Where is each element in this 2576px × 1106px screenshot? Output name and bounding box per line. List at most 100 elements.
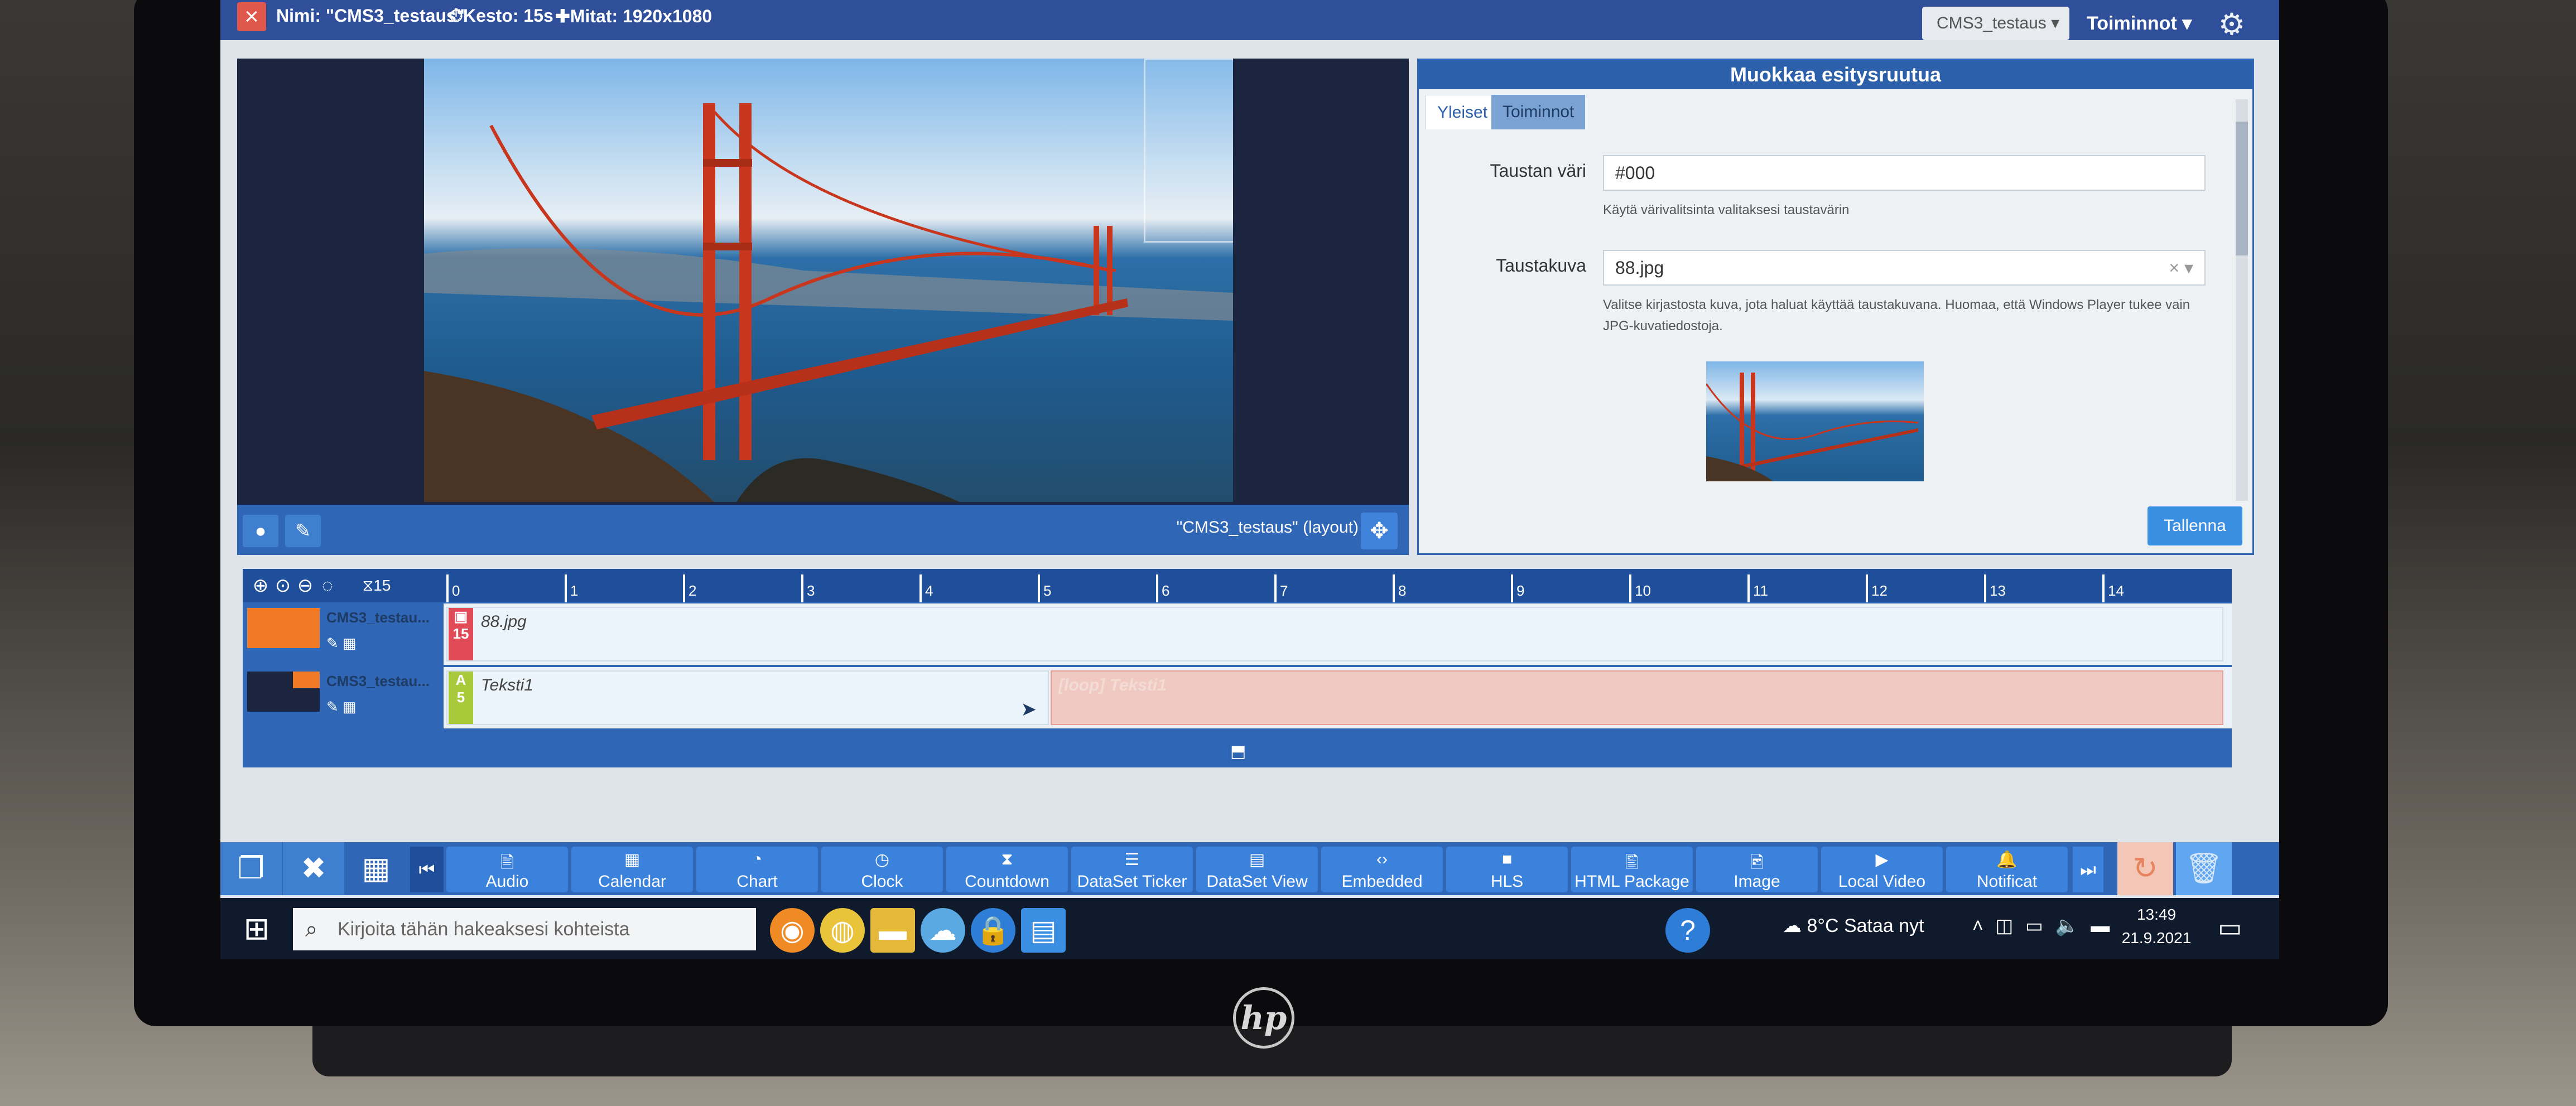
grid-icon[interactable]: ▦ <box>345 842 407 895</box>
widget-name: 88.jpg <box>481 612 527 631</box>
play-icon[interactable]: ● <box>243 515 278 547</box>
timeline-tick: 3 <box>801 574 815 602</box>
widget-button-dataset-ticker[interactable]: ☰ DataSet Ticker <box>1071 847 1193 892</box>
zoom-fit-icon[interactable]: ◌ <box>316 574 339 597</box>
local-video-icon: ▶ <box>1875 851 1889 869</box>
widget-button-label: Countdown <box>965 872 1049 891</box>
widget-button-local-video[interactable]: ▶ Local Video <box>1821 847 1943 892</box>
widget-button-embedded[interactable]: ‹› Embedded <box>1321 847 1443 892</box>
track-edit-icon[interactable]: ✎ ▦ <box>326 635 357 652</box>
clock-small-icon: ⏱ <box>449 6 463 26</box>
timeline-scrollbar[interactable]: ⬒ <box>243 736 2232 767</box>
clock-date[interactable]: 21.9.2021 <box>2117 929 2195 947</box>
network-drive-icon[interactable]: ☁ <box>921 908 965 953</box>
weather-widget[interactable]: ☁ 8°C Sataa nyt <box>1783 915 1924 937</box>
save-button[interactable]: Tallenna <box>2148 506 2242 545</box>
scroll-right-icon[interactable]: ⏭ <box>2073 847 2103 892</box>
vpn-lock-icon[interactable]: 🔒 <box>971 908 1015 953</box>
background-image-preview <box>424 59 1233 502</box>
trash-icon[interactable]: 🗑 <box>2176 842 2232 895</box>
taskbar-search-input[interactable]: ⌕ Kirjoita tähän hakeaksesi kohteista <box>293 908 756 950</box>
firefox-icon[interactable]: ◉ <box>770 908 815 953</box>
file-explorer-icon[interactable]: ▬ <box>870 908 915 953</box>
timeline-tick: 8 <box>1393 574 1406 602</box>
timeline-ruler: ⊕ ⊙ ⊖ ◌ ⧖15 0 1 2 3 4 5 6 7 8 9 10 11 12 13 14 <box>243 569 2232 602</box>
layout-preview: ● ✎ "CMS3_testaus" (layout) ✥ <box>237 59 1409 555</box>
bg-image-select[interactable]: 88.jpg × ▾ <box>1603 250 2206 286</box>
resize-icon: ✚ <box>555 6 570 26</box>
bg-color-label: Taustan väri <box>1490 161 1586 181</box>
layers-icon[interactable]: ❐ <box>220 842 282 895</box>
calendar-icon: ▦ <box>624 851 641 869</box>
timeline-tick: 1 <box>565 574 578 602</box>
edit-icon[interactable]: ✎ <box>285 515 321 547</box>
widget-button-label: Chart <box>736 872 778 891</box>
html-package-icon: 🖺 <box>1625 853 1639 872</box>
track-edit-icon[interactable]: ✎ ▦ <box>326 698 357 716</box>
track-name[interactable]: CMS3_testau... <box>326 609 430 626</box>
widget-button-audio[interactable]: 🖹 Audio <box>446 847 568 892</box>
zoom-in-icon[interactable]: ⊕ <box>249 574 272 597</box>
move-icon[interactable]: ✥ <box>1361 513 1398 549</box>
widget-button-hls[interactable]: ■ HLS <box>1446 847 1568 892</box>
tools-icon[interactable]: ✖ <box>283 842 344 895</box>
screen: × Nimi: "CMS3_testaus" ⏱Kesto: 15s ✚Mita… <box>220 0 2279 959</box>
undo-icon[interactable]: ↻ <box>2117 842 2173 895</box>
windows-start-icon[interactable]: ⊞ <box>237 909 276 948</box>
widget-button-label: Calendar <box>598 872 666 891</box>
scroll-left-icon[interactable]: ⏮ <box>410 847 444 892</box>
widget-loop-name: [loop] Teksti1 <box>1058 676 1167 694</box>
widget-button-chart[interactable]: ◔ Chart <box>696 847 818 892</box>
help-icon[interactable]: ? <box>1665 908 1710 953</box>
widget-button-label: DataSet View <box>1206 872 1308 891</box>
widget-duration-badge: A5 <box>449 672 473 724</box>
notification-icon[interactable]: ▭ <box>2218 912 2242 943</box>
timeline-tick: 6 <box>1156 574 1169 602</box>
system-tray[interactable]: ˄ ◫ ▭ 🔈 ▬ <box>1972 915 2113 937</box>
zoom-out-icon[interactable]: ⊖ <box>294 574 316 597</box>
widget-button-clock[interactable]: ◷ Clock <box>821 847 943 892</box>
gear-icon[interactable]: ⚙ <box>2215 8 2248 41</box>
widget-button-dataset-view[interactable]: ▤ DataSet View <box>1196 847 1318 892</box>
timeline: ⊕ ⊙ ⊖ ◌ ⧖15 0 1 2 3 4 5 6 7 8 9 10 11 12 13 14 CMS3_te… <box>243 569 2232 736</box>
text-region-outline[interactable] <box>1144 59 1233 243</box>
bg-color-field[interactable]: #000 <box>1603 155 2206 191</box>
widget-button-calendar[interactable]: ▦ Calendar <box>571 847 693 892</box>
timeline-tick: 2 <box>683 574 696 602</box>
actions-menu[interactable]: Toiminnot ▾ <box>2087 7 2198 40</box>
track-color-swatch <box>247 608 320 648</box>
bg-image-help: Valitse kirjastosta kuva, jota haluat kä… <box>1603 297 2190 334</box>
timeline-tick: 7 <box>1274 574 1288 602</box>
track-name[interactable]: CMS3_testau... <box>326 673 430 690</box>
widget-loop-block[interactable]: [loop] Teksti1 <box>1051 670 2223 725</box>
send-icon: ➤ <box>1020 699 1037 720</box>
widget-button-html-package[interactable]: 🖺 HTML Package <box>1571 847 1693 892</box>
timeline-tick: 13 <box>1984 574 2006 602</box>
tab-actions[interactable]: Toiminnot <box>1491 95 1586 129</box>
chrome-icon[interactable]: ◍ <box>820 908 865 953</box>
track-header: CMS3_testau... ✎ ▦ <box>243 603 444 665</box>
widget-button-notificat[interactable]: 🔔 Notificat <box>1946 847 2068 892</box>
widget-image-block[interactable]: ▣ 15 88.jpg <box>446 607 2223 661</box>
clock-time[interactable]: 13:49 <box>2117 906 2195 924</box>
widget-button-image[interactable]: 🖻 Image <box>1696 847 1818 892</box>
bridge-thumbnail <box>1706 373 1919 481</box>
audio-icon: 🖹 <box>500 853 514 872</box>
search-icon: ⌕ <box>305 917 318 941</box>
properties-panel: Muokkaa esitysruutua Yleiset Toiminnot T… <box>1417 59 2254 555</box>
properties-scroll-thumb[interactable] <box>2236 122 2248 255</box>
top-bar: × Nimi: "CMS3_testaus" ⏱Kesto: 15s ✚Mita… <box>220 0 2279 41</box>
zoom-reset-icon[interactable]: ⊙ <box>272 574 294 597</box>
widget-text-block[interactable]: A5 Teksti1 ➤ <box>446 670 1049 725</box>
timeline-tick: 14 <box>2102 574 2124 602</box>
close-icon[interactable]: × <box>237 2 266 31</box>
app-window-icon[interactable]: ▤ <box>1021 908 1066 953</box>
layout-name-meta: Nimi: "CMS3_testaus" <box>276 6 465 26</box>
track-row: CMS3_testau... ✎ ▦ ▣ 15 88.jpg <box>243 603 2232 665</box>
layout-select[interactable]: CMS3_testaus ▾ <box>1922 7 2069 40</box>
widget-button-label: Notificat <box>1976 872 2038 891</box>
widget-button-countdown[interactable]: ⧗ Countdown <box>946 847 1068 892</box>
inbox-icon[interactable]: ⬒ <box>1230 742 1250 762</box>
chevron-down-icon: × ▾ <box>2169 258 2193 278</box>
tab-general[interactable]: Yleiset <box>1426 95 1500 129</box>
